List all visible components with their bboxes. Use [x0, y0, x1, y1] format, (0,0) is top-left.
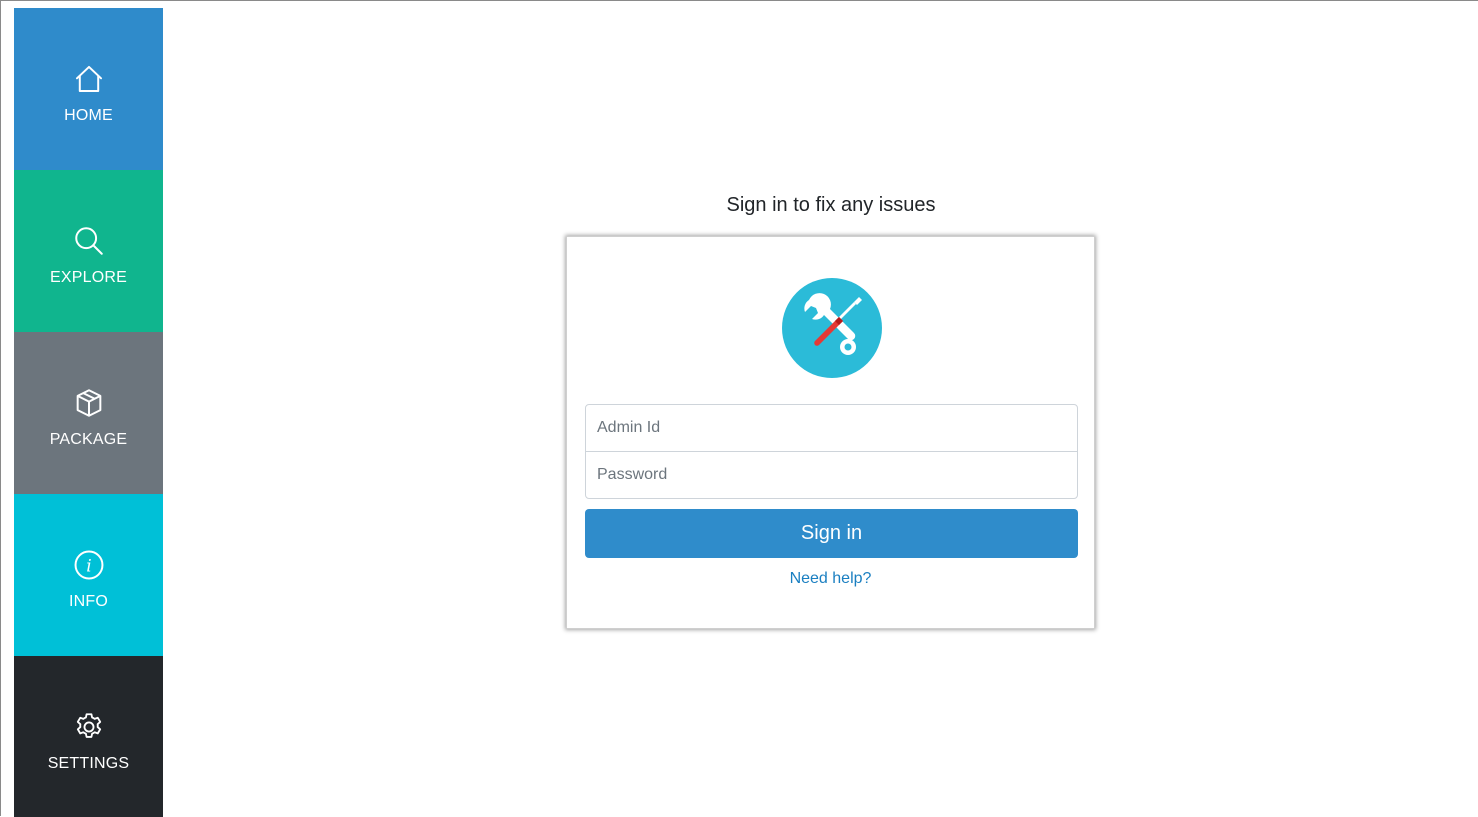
sidebar-item-info[interactable]: i INFO	[14, 494, 163, 656]
page-title: Sign in to fix any issues	[726, 194, 936, 216]
home-icon	[71, 61, 107, 97]
need-help-link[interactable]: Need help?	[567, 570, 1094, 588]
sidebar-item-settings[interactable]: SETTINGS	[14, 656, 163, 817]
sidebar-item-home[interactable]: HOME	[14, 8, 163, 170]
sidebar-item-label: PACKAGE	[49, 431, 128, 448]
box-icon	[71, 385, 107, 421]
admin-id-input[interactable]	[585, 404, 1078, 452]
tools-icon	[782, 278, 882, 378]
main-content: Sign in to fix any issues Admin Id Sign …	[163, 8, 1478, 817]
info-icon: i	[71, 547, 107, 583]
sidebar: HOME EXPLORE PACKAGE i INFO SETTINGS	[14, 8, 163, 817]
sidebar-item-explore[interactable]: EXPLORE	[14, 170, 163, 332]
login-card: Sign in Need help?	[566, 236, 1095, 629]
sign-in-button[interactable]: Sign in	[585, 509, 1078, 558]
app-window: HOME EXPLORE PACKAGE i INFO SETTINGS Sig…	[0, 0, 1478, 817]
gear-icon	[71, 709, 107, 745]
sidebar-item-package[interactable]: PACKAGE	[14, 332, 163, 494]
password-input[interactable]	[585, 451, 1078, 499]
sidebar-item-label: SETTINGS	[47, 754, 130, 772]
sidebar-item-label: EXPLORE	[50, 269, 127, 286]
search-icon	[71, 223, 107, 259]
sidebar-item-label: HOME	[64, 107, 113, 124]
svg-text:i: i	[86, 556, 91, 576]
sidebar-item-label: INFO	[68, 593, 109, 610]
